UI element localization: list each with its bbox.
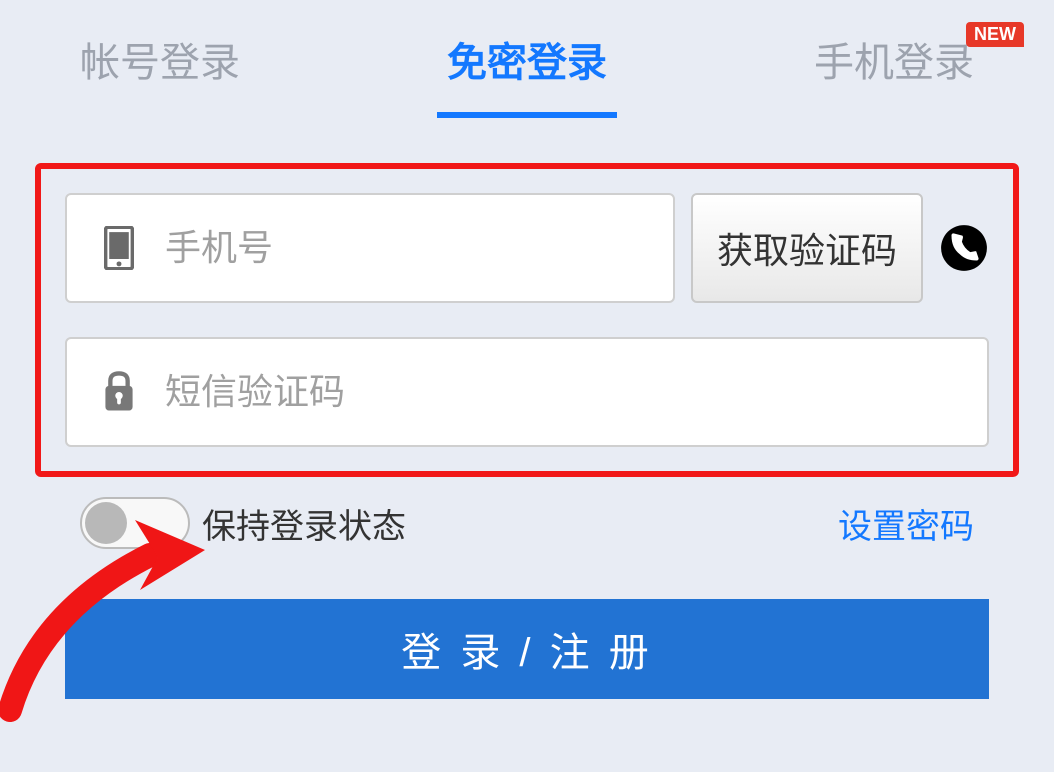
tab-account-login[interactable]: 帐号登录 [80, 30, 240, 118]
get-code-button[interactable]: 获取验证码 [691, 193, 923, 303]
keep-logged-in-toggle[interactable] [80, 497, 190, 549]
options-row: 保持登录状态 设置密码 [50, 497, 1004, 549]
login-tabs: 帐号登录 免密登录 手机登录 NEW [50, 30, 1004, 118]
phone-icon [97, 224, 141, 272]
phone-input-box[interactable] [65, 193, 675, 303]
toggle-knob [85, 502, 127, 544]
sms-row [65, 337, 989, 447]
keep-logged-in-wrapper: 保持登录状态 [80, 497, 406, 549]
tab-phone-login[interactable]: 手机登录 NEW [814, 30, 974, 118]
sms-code-input[interactable] [165, 371, 957, 413]
tab-phone-login-label: 手机登录 [814, 41, 974, 85]
tab-passwordless-login[interactable]: 免密登录 [447, 30, 607, 118]
new-badge: NEW [966, 22, 1024, 47]
form-highlighted-area: 获取验证码 [35, 163, 1019, 477]
keep-logged-in-label: 保持登录状态 [202, 499, 406, 548]
sms-code-input-box[interactable] [65, 337, 989, 447]
call-icon[interactable] [939, 223, 989, 273]
set-password-link[interactable]: 设置密码 [838, 499, 974, 548]
phone-row: 获取验证码 [65, 193, 989, 303]
lock-icon [97, 368, 141, 416]
phone-input[interactable] [165, 227, 643, 269]
login-register-button[interactable]: 登 录 / 注 册 [65, 599, 989, 699]
